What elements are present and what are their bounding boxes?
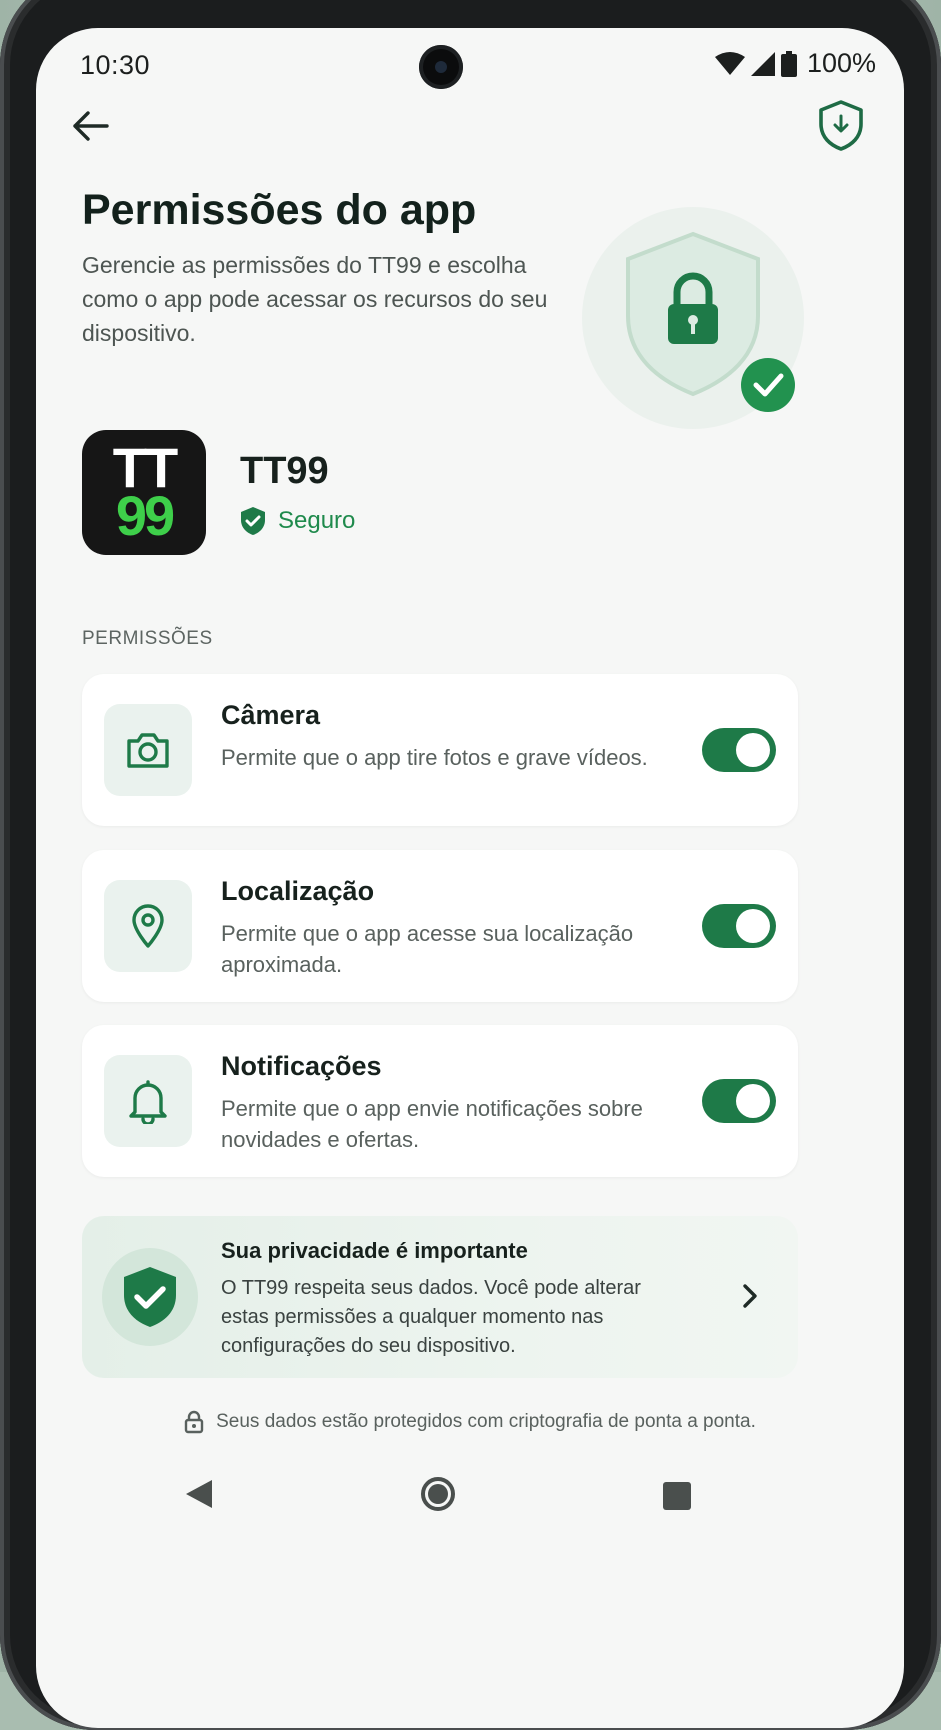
app-name: TT99 bbox=[240, 450, 329, 492]
nav-back-icon[interactable] bbox=[184, 1478, 214, 1510]
permission-description: Permite que o app tire fotos e grave víd… bbox=[221, 745, 648, 770]
permission-description: Permite que o app acesse sua localização… bbox=[221, 921, 634, 977]
camera-icon-box bbox=[104, 704, 192, 796]
shield-download-icon bbox=[819, 100, 863, 151]
privacy-title: Sua privacidade é importante bbox=[221, 1238, 528, 1263]
nav-home-icon[interactable] bbox=[420, 1476, 456, 1512]
page-title: Permissões do app bbox=[82, 186, 477, 234]
safe-label: Seguro bbox=[278, 507, 356, 534]
screen: 10:30 100% Permissões do app Gerencie as… bbox=[36, 28, 904, 1728]
chevron-right-icon bbox=[732, 1278, 768, 1314]
arrow-left-icon bbox=[73, 111, 109, 141]
permission-card-camera: Câmera Permite que o app tire fotos e gr… bbox=[82, 674, 798, 826]
battery-icon bbox=[780, 50, 797, 77]
status-icons: 100% bbox=[714, 48, 876, 79]
wifi-icon bbox=[714, 51, 745, 75]
shield-lock-illustration bbox=[582, 207, 804, 429]
lock-icon bbox=[184, 1410, 204, 1434]
app-icon: TT 99 bbox=[82, 430, 206, 555]
front-camera bbox=[419, 45, 463, 89]
app-icon-text-bottom: 99 bbox=[115, 484, 175, 547]
privacy-card[interactable]: Sua privacidade é importante O TT99 resp… bbox=[82, 1216, 798, 1378]
status-bar: 10:30 100% bbox=[36, 28, 904, 118]
status-time: 10:30 bbox=[80, 50, 151, 80]
location-pin-icon bbox=[132, 904, 164, 948]
back-button[interactable] bbox=[66, 102, 114, 150]
permission-description: Permite que o app envie notificações sob… bbox=[221, 1096, 643, 1152]
toggle-knob bbox=[736, 909, 770, 943]
encryption-note: Seus dados estão protegidos com criptogr… bbox=[36, 1410, 904, 1434]
permission-card-location: Localização Permite que o app acesse sua… bbox=[82, 850, 798, 1002]
toggle-knob bbox=[736, 1084, 770, 1118]
signal-icon bbox=[750, 51, 775, 76]
camera-toggle[interactable] bbox=[702, 728, 776, 772]
safe-badge: Seguro bbox=[240, 506, 355, 536]
nav-recents-icon[interactable] bbox=[663, 1482, 691, 1510]
location-toggle[interactable] bbox=[702, 904, 776, 948]
camera-icon bbox=[127, 733, 169, 768]
permission-card-notifications: Notificações Permite que o app envie not… bbox=[82, 1025, 798, 1177]
privacy-icon-circle bbox=[102, 1248, 198, 1346]
bell-icon-box bbox=[104, 1055, 192, 1147]
location-icon-box bbox=[104, 880, 192, 972]
security-shield-button[interactable] bbox=[816, 98, 866, 152]
permission-title: Câmera bbox=[221, 700, 321, 730]
toggle-knob bbox=[736, 733, 770, 767]
shield-check-icon bbox=[241, 507, 265, 535]
battery-percentage: 100% bbox=[806, 48, 876, 78]
permissions-section-label: PERMISSÕES bbox=[82, 628, 213, 649]
page-subtitle: Gerencie as permissões do TT99 e escolha… bbox=[82, 252, 548, 346]
encryption-note-text: Seus dados estão protegidos com criptogr… bbox=[216, 1411, 756, 1432]
bell-icon bbox=[129, 1080, 167, 1124]
notifications-toggle[interactable] bbox=[702, 1079, 776, 1123]
permission-title: Notificações bbox=[221, 1051, 382, 1081]
shield-check-icon bbox=[124, 1267, 176, 1327]
privacy-description: O TT99 respeita seus dados. Você pode al… bbox=[221, 1277, 641, 1357]
phone-frame: 10:30 100% Permissões do app Gerencie as… bbox=[0, 0, 941, 1730]
permission-title: Localização bbox=[221, 876, 375, 906]
